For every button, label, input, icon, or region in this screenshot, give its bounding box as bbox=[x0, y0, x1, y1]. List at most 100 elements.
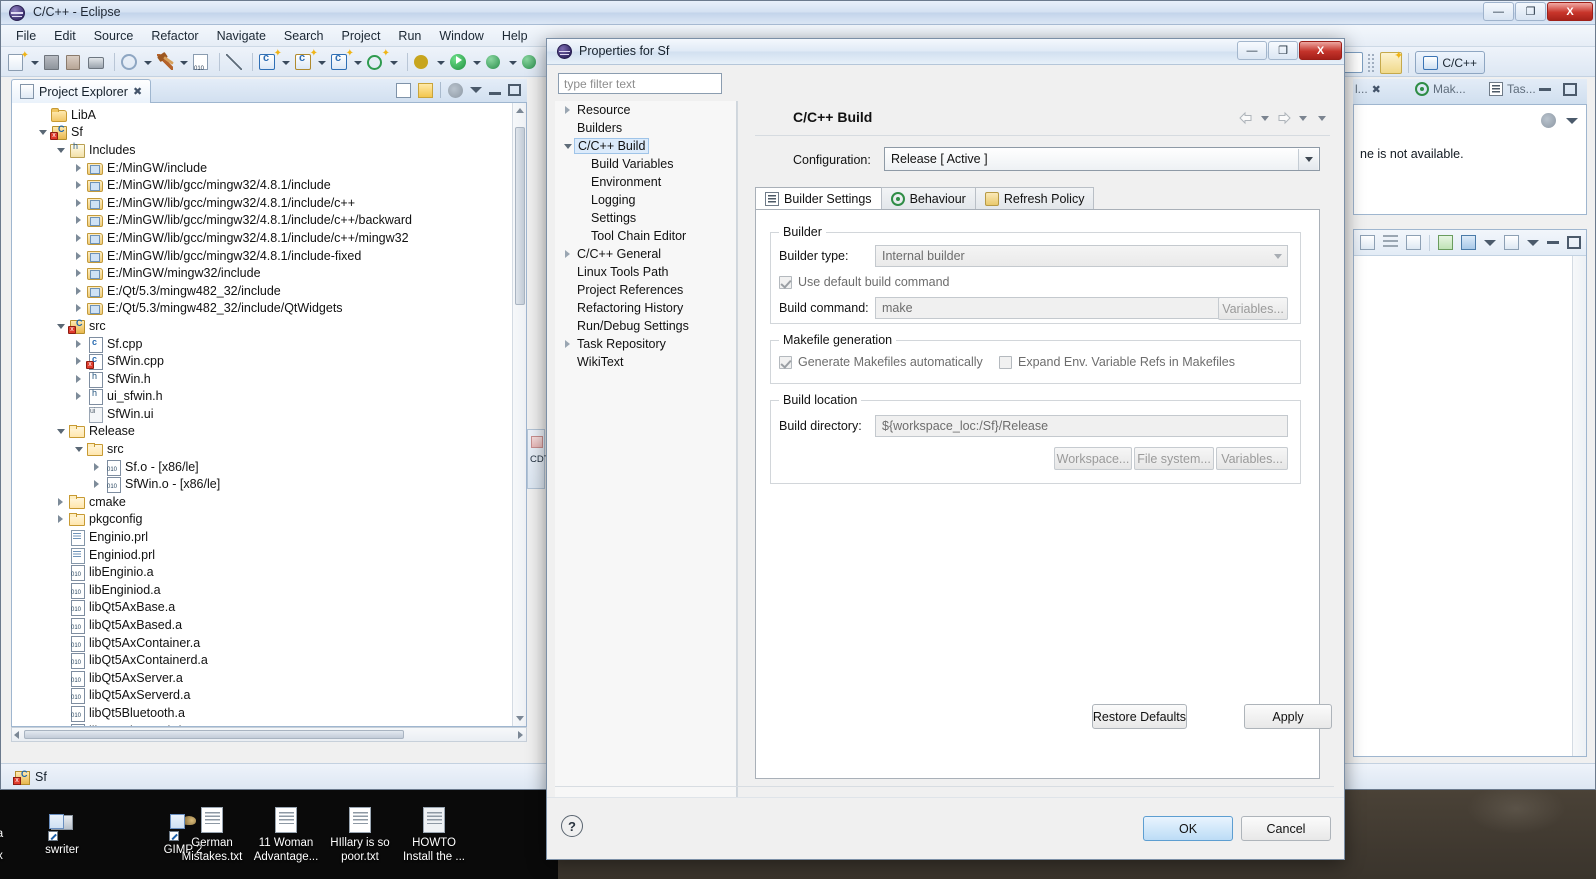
settings-tree-item[interactable]: Builders bbox=[555, 119, 736, 137]
menu-help[interactable]: Help bbox=[493, 27, 537, 45]
twisty-expanded-icon[interactable] bbox=[561, 138, 575, 154]
menu-run[interactable]: Run bbox=[389, 27, 430, 45]
new-source-file-icon[interactable] bbox=[331, 52, 351, 72]
tree-item[interactable]: Includes bbox=[12, 141, 512, 159]
tab-refresh-policy[interactable]: Refresh Policy bbox=[975, 187, 1095, 210]
view-menu-icon[interactable] bbox=[1566, 118, 1578, 124]
menu-edit[interactable]: Edit bbox=[45, 27, 85, 45]
menu-window[interactable]: Window bbox=[430, 27, 492, 45]
settings-tree-item[interactable]: Settings bbox=[555, 209, 736, 227]
twisty-collapsed-icon[interactable] bbox=[561, 336, 575, 352]
twisty-collapsed-icon[interactable] bbox=[54, 511, 68, 527]
restore-defaults-button[interactable]: Restore Defaults bbox=[1092, 704, 1187, 729]
desktop-icon-hillary[interactable]: HIllary is so poor.txt bbox=[320, 807, 400, 864]
external-tools-dropdown-icon[interactable] bbox=[388, 52, 399, 72]
back-dropdown-icon[interactable] bbox=[1261, 116, 1269, 121]
debug-icon[interactable] bbox=[414, 52, 434, 72]
settings-tree-item[interactable]: Linux Tools Path bbox=[555, 263, 736, 281]
dialog-settings-tree[interactable]: ResourceBuildersC/C++ BuildBuild Variabl… bbox=[555, 101, 737, 823]
profile-icon[interactable] bbox=[522, 52, 542, 72]
tree-item[interactable]: SfWin.h bbox=[12, 370, 512, 388]
close-icon[interactable]: ✖ bbox=[133, 85, 142, 98]
hscroll-thumb[interactable] bbox=[24, 730, 404, 739]
run-icon[interactable] bbox=[450, 52, 470, 72]
ok-button[interactable]: OK bbox=[1143, 816, 1233, 841]
maximize-view-icon[interactable] bbox=[1563, 83, 1577, 96]
chevron-down-icon[interactable] bbox=[1298, 149, 1318, 170]
scroll-left-icon[interactable] bbox=[14, 731, 19, 739]
vscroll-thumb[interactable] bbox=[515, 127, 525, 305]
tree-item[interactable]: SfWin.o - [x86/le] bbox=[12, 475, 512, 493]
twisty-collapsed-icon[interactable] bbox=[561, 102, 575, 118]
tree-item[interactable]: xSf bbox=[12, 124, 512, 142]
tree-item[interactable]: libQt5Bluetooth.a bbox=[12, 704, 512, 722]
external-tools-icon[interactable] bbox=[367, 52, 387, 72]
maximize-view-icon[interactable] bbox=[508, 84, 521, 96]
save-icon[interactable] bbox=[44, 52, 64, 72]
settings-tree-item[interactable]: Environment bbox=[555, 173, 736, 191]
tree-item[interactable]: E:/MinGW/lib/gcc/mingw32/4.8.1/include/c… bbox=[12, 229, 512, 247]
collapse-all-icon[interactable] bbox=[396, 83, 411, 98]
minimize-view-icon[interactable] bbox=[489, 92, 501, 95]
console-dropdown-icon[interactable] bbox=[1484, 240, 1496, 246]
project-explorer-vscrollbar[interactable] bbox=[512, 103, 526, 726]
project-explorer-view[interactable]: LibAxSfIncludesE:/MinGW/includeE:/MinGW/… bbox=[11, 103, 527, 727]
twisty-collapsed-icon[interactable] bbox=[561, 246, 575, 262]
configuration-combo[interactable]: Release [ Active ] bbox=[884, 147, 1320, 171]
open-perspective-icon[interactable] bbox=[1380, 52, 1402, 74]
tree-item[interactable]: Release bbox=[12, 423, 512, 441]
eclipse-maximize-button[interactable]: ❐ bbox=[1515, 2, 1546, 21]
debug-dropdown-icon[interactable] bbox=[435, 52, 446, 72]
twisty-collapsed-icon[interactable] bbox=[72, 265, 86, 281]
tree-item[interactable]: libEnginiod.a bbox=[12, 581, 512, 599]
settings-tree-item[interactable]: Project References bbox=[555, 281, 736, 299]
sort-icon[interactable] bbox=[1383, 235, 1398, 250]
new-file-icon[interactable] bbox=[8, 52, 28, 72]
project-explorer-tree[interactable]: LibAxSfIncludesE:/MinGW/includeE:/MinGW/… bbox=[12, 106, 512, 727]
twisty-collapsed-icon[interactable] bbox=[72, 388, 86, 404]
twisty-collapsed-icon[interactable] bbox=[72, 248, 86, 264]
toolbar-drag-handle[interactable] bbox=[1367, 53, 1374, 73]
build-all-icon[interactable] bbox=[121, 52, 141, 72]
menu-source[interactable]: Source bbox=[85, 27, 143, 45]
hammer-build-dropdown-icon[interactable] bbox=[178, 52, 189, 72]
perspective-button-cpp[interactable]: C/C++ bbox=[1415, 51, 1485, 74]
dialog-close-button[interactable]: X bbox=[1299, 41, 1342, 60]
minimize-view-icon[interactable] bbox=[1539, 88, 1551, 91]
twisty-expanded-icon[interactable] bbox=[54, 423, 68, 439]
new-source-file-dropdown-icon[interactable] bbox=[352, 52, 363, 72]
forward-arrow-icon[interactable] bbox=[1276, 111, 1292, 125]
scroll-up-icon[interactable] bbox=[516, 108, 524, 113]
twisty-collapsed-icon[interactable] bbox=[54, 494, 68, 510]
twisty-collapsed-icon[interactable] bbox=[72, 300, 86, 316]
project-explorer-hscrollbar[interactable] bbox=[11, 727, 527, 742]
settings-tree-item[interactable]: Logging bbox=[555, 191, 736, 209]
maximize-view-icon[interactable] bbox=[1567, 236, 1581, 249]
tree-item[interactable]: E:/MinGW/mingw32/include bbox=[12, 264, 512, 282]
settings-tree-item[interactable]: C/C++ General bbox=[555, 245, 736, 263]
tree-item[interactable]: E:/Qt/5.3/mingw482_32/include bbox=[12, 282, 512, 300]
tree-item[interactable]: libQt5AxServer.a bbox=[12, 669, 512, 687]
tree-item[interactable]: E:/MinGW/include bbox=[12, 159, 512, 177]
desktop-icon-swriter[interactable]: swriter bbox=[22, 814, 102, 857]
open-console-dropdown-icon[interactable] bbox=[1527, 240, 1539, 246]
twisty-collapsed-icon[interactable] bbox=[72, 160, 86, 176]
tree-item[interactable]: E:/MinGW/lib/gcc/mingw32/4.8.1/include-f… bbox=[12, 247, 512, 265]
twisty-collapsed-icon[interactable] bbox=[90, 459, 104, 475]
new-class-icon[interactable] bbox=[295, 52, 315, 72]
eclipse-close-button[interactable]: X bbox=[1547, 2, 1593, 21]
tree-item[interactable]: libEnginio.a bbox=[12, 563, 512, 581]
view-menu-icon[interactable] bbox=[470, 87, 482, 93]
tree-item[interactable]: Enginio.prl bbox=[12, 528, 512, 546]
run-dropdown-icon[interactable] bbox=[471, 52, 482, 72]
console-icon[interactable] bbox=[1461, 235, 1476, 250]
twisty-collapsed-icon[interactable] bbox=[72, 177, 86, 193]
apply-button[interactable]: Apply bbox=[1244, 704, 1332, 729]
tree-item[interactable]: libQt5AxServerd.a bbox=[12, 687, 512, 705]
tree-item[interactable]: xsrc bbox=[12, 317, 512, 335]
twisty-collapsed-icon[interactable] bbox=[72, 283, 86, 299]
tree-item[interactable]: libQt5AxContainerd.a bbox=[12, 651, 512, 669]
show-columns-icon[interactable] bbox=[1360, 235, 1375, 250]
hammer-build-icon[interactable] bbox=[157, 52, 177, 72]
focus-on-active-task-icon[interactable] bbox=[448, 83, 463, 98]
